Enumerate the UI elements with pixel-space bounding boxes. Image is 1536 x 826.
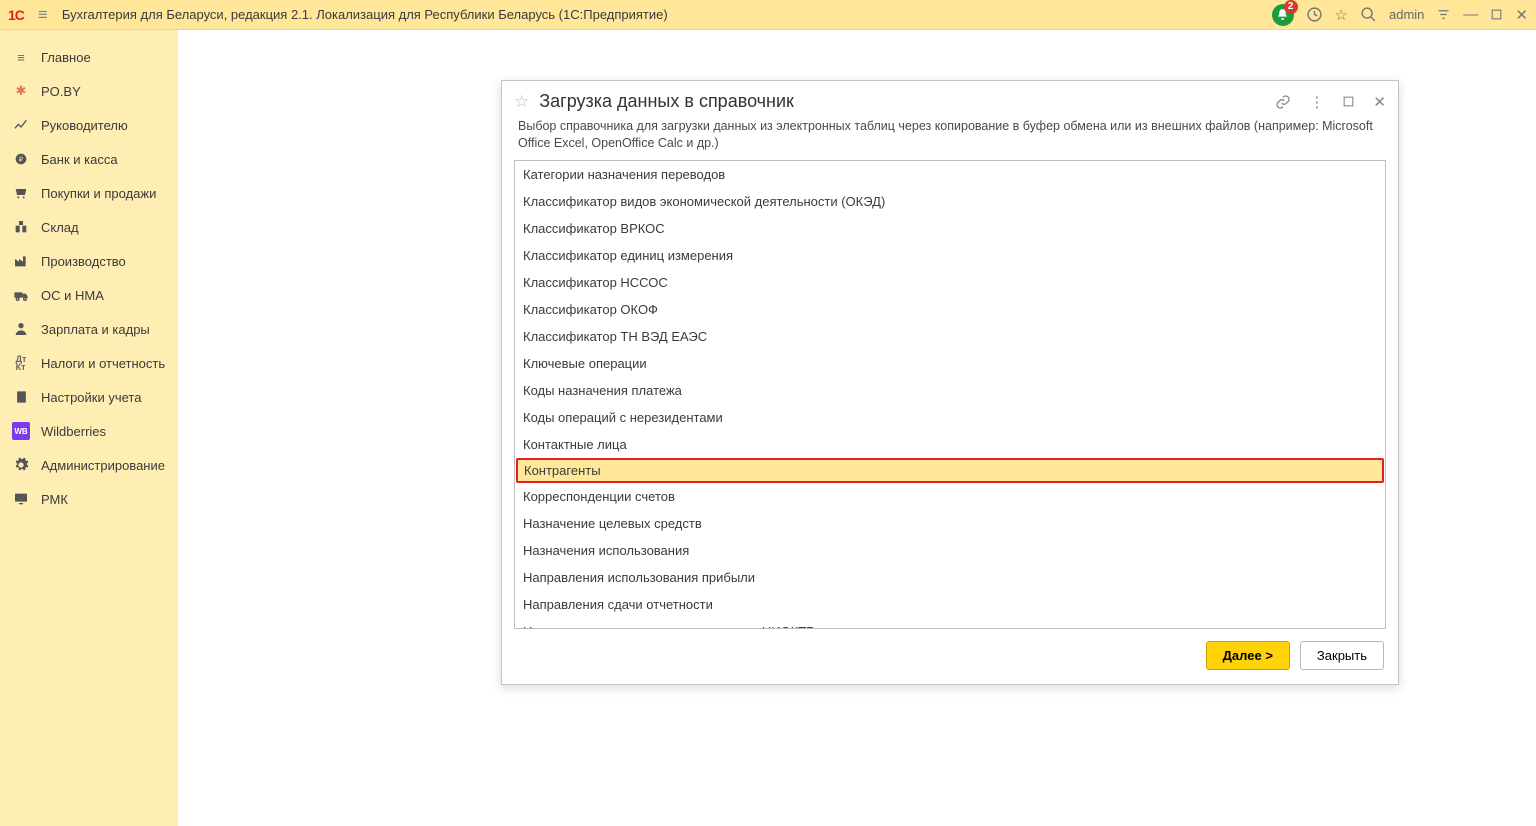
wb-icon: WB — [12, 422, 30, 440]
sidebar-item-label: Руководителю — [41, 118, 128, 133]
sidebar-item-label: Налоги и отчетность — [41, 356, 165, 371]
sidebar-item-label: РМК — [41, 492, 68, 507]
import-dialog: ☆ Загрузка данных в справочник ⋮ ✕ Выбор… — [501, 80, 1399, 685]
star-icon[interactable]: ☆ — [1335, 6, 1348, 24]
sidebar-item-poby[interactable]: ✱ PO.BY — [0, 74, 178, 108]
list-item[interactable]: Направления использования прибыли — [515, 564, 1385, 591]
sidebar-item-rmk[interactable]: РМК — [0, 482, 178, 516]
sidebar-item-label: Зарплата и кадры — [41, 322, 150, 337]
history-icon[interactable] — [1306, 6, 1323, 23]
stock-icon — [12, 218, 30, 236]
workzone: ≡ Главное ✱ PO.BY Руководителю ₽ Банк и … — [0, 30, 1536, 826]
sidebar-item-label: Производство — [41, 254, 126, 269]
dialog-title: Загрузка данных в справочник — [539, 91, 1257, 112]
list-item[interactable]: Классификатор ТН ВЭД ЕАЭС — [515, 323, 1385, 350]
list-item[interactable]: Классификатор ВРКОС — [515, 215, 1385, 242]
dialog-button-bar: Далее > Закрыть — [502, 629, 1398, 684]
coin-icon: ₽ — [12, 150, 30, 168]
snow-icon: ✱ — [12, 82, 30, 100]
logo-1c: 1C — [8, 7, 24, 23]
sidebar-item-hr[interactable]: Зарплата и кадры — [0, 312, 178, 346]
cart-icon — [12, 184, 30, 202]
list-item[interactable]: Контрагенты — [516, 458, 1384, 483]
menu-dots-icon[interactable]: ⋮ — [1309, 93, 1324, 111]
list-item[interactable]: Категории назначения переводов — [515, 161, 1385, 188]
list-item[interactable]: Классификатор единиц измерения — [515, 242, 1385, 269]
truck-icon — [12, 286, 30, 304]
sidebar-item-label: Настройки учета — [41, 390, 141, 405]
sidebar: ≡ Главное ✱ PO.BY Руководителю ₽ Банк и … — [0, 30, 178, 826]
dialog-maximize-icon[interactable] — [1342, 95, 1355, 108]
list-item[interactable]: Коды назначения платежа — [515, 377, 1385, 404]
dialog-close-icon[interactable]: ✕ — [1373, 93, 1386, 111]
list-item[interactable]: Классификатор ОКОФ — [515, 296, 1385, 323]
sidebar-item-label: Банк и касса — [41, 152, 118, 167]
sidebar-item-stock[interactable]: Склад — [0, 210, 178, 244]
book-icon — [12, 388, 30, 406]
list-item[interactable]: Ключевые операции — [515, 350, 1385, 377]
titlebar: 1C ≡ Бухгалтерия для Беларуси, редакция … — [0, 0, 1536, 30]
titlebar-actions: 2 ☆ admin — ✕ — [1272, 4, 1528, 26]
sidebar-item-assets[interactable]: ОС и НМА — [0, 278, 178, 312]
list-item[interactable]: Корреспонденции счетов — [515, 483, 1385, 510]
sidebar-item-label: ОС и НМА — [41, 288, 104, 303]
list-item[interactable]: Коды операций с нерезидентами — [515, 404, 1385, 431]
sidebar-item-label: Покупки и продажи — [41, 186, 156, 201]
sidebar-item-manager[interactable]: Руководителю — [0, 108, 178, 142]
search-icon[interactable] — [1360, 6, 1377, 23]
sidebar-item-admin[interactable]: Администрирование — [0, 448, 178, 482]
list-item[interactable]: Контактные лица — [515, 431, 1385, 458]
sidebar-item-label: PO.BY — [41, 84, 81, 99]
favorite-star-icon[interactable]: ☆ — [514, 92, 529, 112]
dictionary-listbox[interactable]: Категории назначения переводовКлассифика… — [514, 160, 1386, 629]
gear-icon — [12, 456, 30, 474]
chart-icon — [12, 116, 30, 134]
content-area: ☆ Загрузка данных в справочник ⋮ ✕ Выбор… — [178, 30, 1536, 826]
burger-icon: ≡ — [12, 48, 30, 66]
list-item[interactable]: Назначение целевых средств — [515, 510, 1385, 537]
tax-icon: ДтКт — [12, 354, 30, 372]
list-item[interactable]: Нематериальные активы и расходы на НИОКТ… — [515, 618, 1385, 629]
sidebar-item-tax[interactable]: ДтКт Налоги и отчетность — [0, 346, 178, 380]
minimize-icon[interactable]: — — [1463, 6, 1478, 23]
sidebar-item-main[interactable]: ≡ Главное — [0, 40, 178, 74]
list-item[interactable]: Классификатор НССОС — [515, 269, 1385, 296]
link-icon[interactable] — [1275, 94, 1291, 110]
list-item[interactable]: Направления сдачи отчетности — [515, 591, 1385, 618]
list-item[interactable]: Классификатор видов экономической деятел… — [515, 188, 1385, 215]
next-button[interactable]: Далее > — [1206, 641, 1290, 670]
sidebar-item-sales[interactable]: Покупки и продажи — [0, 176, 178, 210]
filter-icon[interactable] — [1436, 7, 1451, 22]
sidebar-item-label: Склад — [41, 220, 79, 235]
close-button[interactable]: Закрыть — [1300, 641, 1384, 670]
sidebar-item-wildberries[interactable]: WB Wildberries — [0, 414, 178, 448]
sidebar-item-bank[interactable]: ₽ Банк и касса — [0, 142, 178, 176]
dialog-header: ☆ Загрузка данных в справочник ⋮ ✕ — [502, 81, 1398, 118]
list-item[interactable]: Назначения использования — [515, 537, 1385, 564]
factory-icon — [12, 252, 30, 270]
sidebar-item-label: Администрирование — [41, 458, 165, 473]
sidebar-item-settings[interactable]: Настройки учета — [0, 380, 178, 414]
close-icon[interactable]: ✕ — [1515, 6, 1528, 24]
notifications-button[interactable]: 2 — [1272, 4, 1294, 26]
main-menu-icon[interactable]: ≡ — [38, 5, 48, 25]
sidebar-item-label: Главное — [41, 50, 91, 65]
sidebar-item-label: Wildberries — [41, 424, 106, 439]
maximize-icon[interactable] — [1490, 8, 1503, 21]
notification-badge: 2 — [1284, 0, 1298, 14]
dialog-caption: Выбор справочника для загрузки данных из… — [502, 118, 1398, 160]
sidebar-item-production[interactable]: Производство — [0, 244, 178, 278]
person-icon — [12, 320, 30, 338]
user-label[interactable]: admin — [1389, 7, 1424, 22]
monitor-icon — [12, 490, 30, 508]
app-title: Бухгалтерия для Беларуси, редакция 2.1. … — [62, 7, 1264, 22]
